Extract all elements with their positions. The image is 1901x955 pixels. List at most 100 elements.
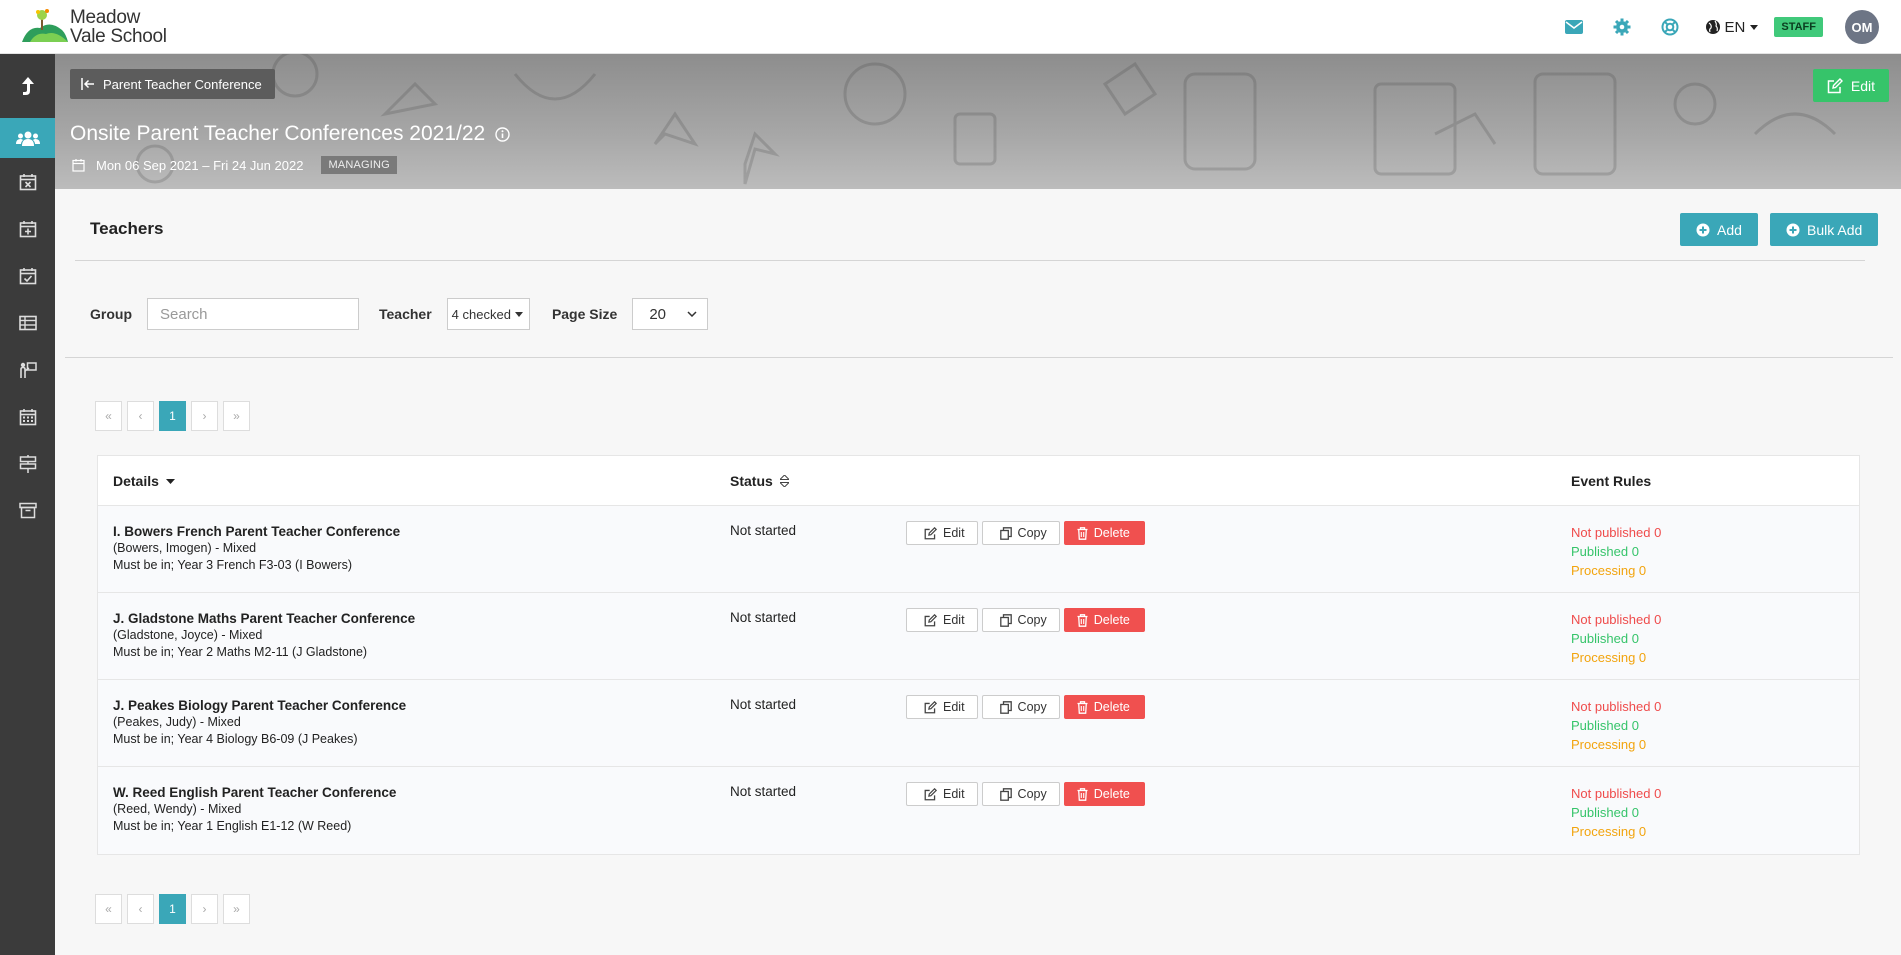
group-search-input[interactable]: Search — [147, 298, 359, 330]
bulk-add-button-label: Bulk Add — [1807, 221, 1863, 238]
row-copy-button[interactable]: Copy — [981, 782, 1060, 806]
edit-event-label: Edit — [1850, 77, 1875, 94]
published-count: Published 0 — [1571, 544, 1639, 559]
pagination-top: « ‹ 1 › » — [95, 401, 255, 431]
conference-requirement: Must be in; Year 4 Biology B6-09 (J Peak… — [113, 732, 358, 746]
page-size-value: 20 — [649, 305, 666, 323]
sidebar-item-archive[interactable] — [0, 487, 55, 534]
conference-name: W. Reed English Parent Teacher Conferenc… — [113, 785, 397, 800]
processing-count: Processing 0 — [1571, 737, 1647, 752]
teacher-multiselect[interactable]: 4 checked — [446, 298, 530, 330]
row-edit-label: Edit — [943, 526, 965, 540]
status-column-header[interactable]: Status — [730, 473, 789, 489]
details-header-label: Details — [113, 473, 159, 489]
status-value: Not started — [730, 523, 797, 538]
page-next-button[interactable]: › — [191, 401, 218, 431]
status-header-label: Status — [730, 473, 773, 489]
copy-icon — [999, 613, 1012, 627]
row-edit-button[interactable]: Edit — [906, 608, 978, 632]
conference-teacher: (Bowers, Imogen) - Mixed — [113, 541, 257, 555]
page-prev-button[interactable]: ‹ — [127, 401, 154, 431]
edit-icon — [924, 526, 937, 539]
logo-line-1: Meadow — [70, 7, 141, 28]
row-edit-label: Edit — [943, 787, 965, 801]
page-prev-button[interactable]: ‹ — [127, 894, 154, 924]
copy-icon — [999, 700, 1012, 714]
page-first-button[interactable]: « — [95, 401, 122, 431]
users-icon — [15, 131, 40, 146]
copy-icon — [999, 787, 1012, 801]
caret-down-icon — [514, 311, 523, 317]
table-header: Details Status Event Rules — [98, 456, 1859, 506]
conference-requirement: Must be in; Year 3 French F3-03 (I Bower… — [113, 558, 352, 572]
not-published-count: Not published 0 — [1571, 612, 1662, 627]
row-edit-button[interactable]: Edit — [906, 695, 978, 719]
table-row: J. Gladstone Maths Parent Teacher Confer… — [98, 593, 1859, 680]
row-edit-button[interactable]: Edit — [906, 521, 978, 545]
page-first-button[interactable]: « — [95, 894, 122, 924]
sidebar-item-presenter[interactable] — [0, 346, 55, 393]
row-copy-label: Copy — [1017, 613, 1047, 627]
conference-name: I. Bowers French Parent Teacher Conferen… — [113, 524, 401, 539]
page-next-button[interactable]: › — [191, 894, 218, 924]
pagination-bottom: « ‹ 1 › » — [95, 894, 255, 924]
plus-circle-icon — [1696, 223, 1710, 236]
row-delete-button[interactable]: Delete — [1063, 521, 1145, 545]
filters-bar: Group Search Teacher 4 checked Page Size… — [90, 298, 709, 330]
edit-event-button[interactable]: Edit — [1812, 69, 1889, 102]
globe-icon — [1705, 20, 1720, 34]
signpost-icon — [19, 454, 36, 473]
mail-icon[interactable] — [1563, 16, 1585, 38]
lifebuoy-icon[interactable] — [1659, 16, 1681, 38]
managing-tag: MANAGING — [321, 156, 397, 174]
page-last-button[interactable]: » — [223, 401, 250, 431]
archive-icon — [18, 502, 37, 519]
sidebar-item-calendar-check[interactable] — [0, 252, 55, 299]
row-delete-button[interactable]: Delete — [1063, 608, 1145, 632]
row-copy-button[interactable]: Copy — [981, 521, 1060, 545]
sidebar-item-teachers[interactable] — [0, 118, 55, 158]
bulk-add-button[interactable]: Bulk Add — [1770, 213, 1879, 246]
status-value: Not started — [730, 610, 797, 625]
sidebar-item-calendar-grid[interactable] — [0, 393, 55, 440]
chevron-down-icon — [1750, 24, 1759, 30]
row-copy-button[interactable]: Copy — [981, 695, 1060, 719]
calendar-grid-icon — [19, 408, 36, 425]
page-current-button[interactable]: 1 — [159, 894, 186, 924]
plus-circle-icon — [1786, 223, 1800, 236]
row-edit-label: Edit — [943, 613, 965, 627]
sidebar-item-calendar-x[interactable] — [0, 158, 55, 205]
teacher-label: Teacher — [379, 306, 432, 322]
page-current-button[interactable]: 1 — [159, 401, 186, 431]
row-delete-button[interactable]: Delete — [1063, 695, 1145, 719]
calendar-icon — [72, 159, 85, 172]
sidebar-item-calendar-plus[interactable] — [0, 205, 55, 252]
row-copy-label: Copy — [1017, 700, 1047, 714]
row-copy-button[interactable]: Copy — [981, 608, 1060, 632]
sidebar-item-signpost[interactable] — [0, 440, 55, 487]
avatar[interactable]: OM — [1845, 10, 1879, 44]
page-last-button[interactable]: » — [223, 894, 250, 924]
back-to-ptc-button[interactable]: Parent Teacher Conference — [70, 69, 275, 99]
add-button[interactable]: Add — [1680, 213, 1758, 246]
row-delete-label: Delete — [1093, 526, 1130, 540]
school-logo[interactable]: Meadow Vale School — [22, 6, 172, 46]
info-icon[interactable] — [495, 126, 510, 142]
table-row: J. Peakes Biology Parent Teacher Confere… — [98, 680, 1859, 767]
details-column-header[interactable]: Details — [113, 473, 175, 489]
conference-teacher: (Gladstone, Joyce) - Mixed — [113, 628, 263, 642]
not-published-count: Not published 0 — [1571, 699, 1662, 714]
sort-desc-icon — [165, 478, 175, 484]
language-selector[interactable]: EN — [1705, 19, 1759, 36]
processing-count: Processing 0 — [1571, 650, 1647, 665]
row-edit-button[interactable]: Edit — [906, 782, 978, 806]
row-delete-button[interactable]: Delete — [1063, 782, 1145, 806]
row-delete-label: Delete — [1093, 787, 1130, 801]
sidebar-item-up[interactable] — [0, 54, 55, 118]
up-arrow-icon — [21, 77, 34, 95]
gear-icon[interactable] — [1611, 16, 1633, 38]
row-copy-label: Copy — [1017, 787, 1047, 801]
page-size-select[interactable]: 20 — [632, 298, 709, 330]
sidebar-item-table[interactable] — [0, 299, 55, 346]
edit-icon — [1827, 77, 1843, 93]
